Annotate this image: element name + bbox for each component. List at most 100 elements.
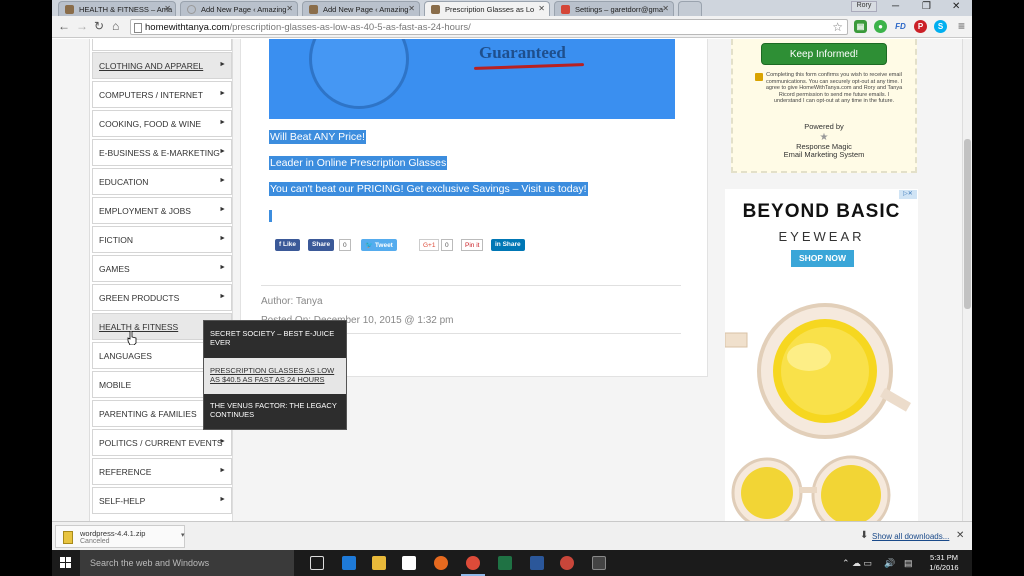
excel-icon[interactable]	[498, 556, 512, 570]
extension-green-icon[interactable]: ▤	[854, 20, 867, 33]
shop-now-button[interactable]: SHOP NOW	[791, 250, 854, 267]
notification-icon[interactable]: ▤	[904, 558, 913, 569]
powered-by-label: Powered by	[804, 122, 844, 131]
reload-icon[interactable]: ↻	[94, 19, 104, 33]
evernote-icon[interactable]: ●	[874, 20, 887, 33]
bookmark-star-icon[interactable]: ☆	[832, 20, 843, 34]
tab-add-new-page-1[interactable]: Add New Page ‹ Amazing ✕	[180, 1, 298, 16]
category-cooking[interactable]: COOKING, FOOD & WINE ►	[92, 110, 232, 137]
optin-form: Keep Informed! Completing this form conf…	[731, 39, 917, 173]
app-icon[interactable]	[560, 556, 574, 570]
category-games[interactable]: GAMES ►	[92, 255, 232, 282]
arrow-right-icon: ►	[219, 119, 226, 126]
arrow-right-icon: ►	[219, 438, 226, 445]
home-icon[interactable]: ⌂	[112, 19, 119, 33]
page-scrollbar[interactable]	[962, 39, 972, 521]
pinterest-pin-button[interactable]: Pin it	[461, 239, 484, 251]
taskbar-clock[interactable]: 5:31 PM 1/6/2016	[924, 553, 964, 573]
arrow-right-icon: ►	[219, 235, 226, 242]
new-tab-button[interactable]	[678, 1, 702, 16]
category-fiction[interactable]: FICTION ►	[92, 226, 232, 253]
pinterest-icon[interactable]: P	[914, 20, 927, 33]
address-bar[interactable]: homewithtanya.com/prescription-glasses-a…	[130, 19, 848, 35]
tab-health-fitness[interactable]: HEALTH & FITNESS – Ama ✕	[58, 1, 176, 16]
adchoices-icon[interactable]: ▷✕	[899, 190, 917, 199]
google-plus-button[interactable]: G+1	[419, 239, 440, 251]
tab-prescription-glasses[interactable]: Prescription Glasses as Lo ✕	[424, 1, 550, 16]
submenu-item-prescription-glasses[interactable]: PRESCRIPTION GLASSES AS LOW AS $40.5 AS …	[204, 358, 346, 394]
forward-icon[interactable]: →	[76, 19, 88, 33]
category-ebusiness[interactable]: E-BUSINESS & E-MARKETING ►	[92, 139, 232, 166]
windows-taskbar: Search the web and Windows ⌃ ☁ ▭ 🔊 ▤ 5:3…	[52, 550, 972, 576]
windows-start-icon[interactable]	[60, 557, 72, 569]
category-education[interactable]: EDUCATION ►	[92, 168, 232, 195]
arrow-right-icon: ►	[219, 496, 226, 503]
site-favicon-icon	[65, 5, 74, 14]
category-politics[interactable]: POLITICS / CURRENT EVENTS ►	[92, 429, 232, 456]
close-icon[interactable]: ✕	[286, 4, 293, 13]
web-page: CLOTHING AND APPAREL ► COMPUTERS / INTERN…	[52, 39, 972, 521]
store-icon[interactable]	[402, 556, 416, 570]
sunglasses-image	[725, 303, 911, 521]
menu-icon[interactable]: ≡	[958, 19, 965, 33]
scrollbar-thumb[interactable]	[964, 139, 971, 309]
selected-text-line: Will Beat ANY Price!	[269, 130, 366, 144]
tab-gmail-settings[interactable]: Settings – garetdorr@gma ✕	[554, 1, 674, 16]
download-item[interactable]: wordpress-4.4.1.zip Canceled ▾	[55, 525, 185, 548]
consent-text: Completing this form confirms you wish t…	[765, 72, 903, 105]
divider	[261, 285, 681, 286]
file-explorer-icon[interactable]	[372, 556, 386, 570]
category-reference[interactable]: REFERENCE ►	[92, 458, 232, 485]
close-icon[interactable]: ✕	[164, 4, 171, 13]
word-icon[interactable]	[530, 556, 544, 570]
fd-extension-icon[interactable]: FD	[894, 20, 907, 33]
arrow-right-icon: ►	[219, 61, 226, 68]
hand-cursor-icon	[127, 331, 137, 345]
app-icon[interactable]	[592, 556, 606, 570]
close-download-bar-icon[interactable]: ✕	[956, 530, 964, 541]
category-computers[interactable]: COMPUTERS / INTERNET ►	[92, 81, 232, 108]
close-icon[interactable]: ✕	[538, 4, 545, 13]
skype-icon[interactable]: S	[934, 20, 947, 33]
facebook-like-button[interactable]: f Like	[275, 239, 300, 251]
site-favicon-icon	[431, 5, 440, 14]
download-icon: ⬇	[860, 530, 869, 541]
close-icon[interactable]: ✕	[408, 4, 415, 13]
seal-graphic	[309, 39, 409, 109]
author-line: Author: Tanya	[261, 296, 323, 307]
linkedin-share-button[interactable]: in Share	[491, 239, 525, 251]
volume-icon[interactable]: 🔊	[884, 558, 895, 569]
back-icon[interactable]: ←	[58, 19, 70, 33]
tray-icons[interactable]: ⌃ ☁ ▭	[842, 558, 872, 569]
minimize-icon[interactable]: ─	[892, 1, 899, 12]
taskbar-search[interactable]: Search the web and Windows	[80, 550, 294, 576]
facebook-share-button[interactable]: Share	[308, 239, 335, 251]
arrow-right-icon: ►	[219, 467, 226, 474]
ad-title: BEYOND BASIC	[742, 201, 901, 222]
maximize-icon[interactable]: ❐	[922, 1, 931, 12]
edge-icon[interactable]	[342, 556, 356, 570]
tweet-button[interactable]: 🐦 Tweet	[361, 239, 397, 251]
category-green-products[interactable]: GREEN PRODUCTS ►	[92, 284, 232, 311]
category-clothing[interactable]: CLOTHING AND APPAREL ►	[92, 52, 232, 79]
close-icon[interactable]: ✕	[662, 4, 669, 13]
arrow-right-icon: ►	[219, 293, 226, 300]
tab-add-new-page-2[interactable]: Add New Page ‹ Amazing ✕	[302, 1, 420, 16]
submenu-item-venus-factor[interactable]: THE VENUS FACTOR: THE LEGACY CONTINUES	[204, 399, 346, 427]
selected-text-line: Leader in Online Prescription Glasses	[269, 156, 448, 170]
health-fitness-submenu: SECRET SOCIETY – BEST E-JUICE EVER PRESC…	[203, 320, 347, 430]
download-bar: wordpress-4.4.1.zip Canceled ▾ ⬇ Show al…	[52, 521, 972, 550]
submenu-item-ejuice[interactable]: SECRET SOCIETY – BEST E-JUICE EVER	[204, 327, 346, 357]
profile-button[interactable]: Rory	[851, 1, 877, 12]
category-self-help[interactable]: SELF-HELP ►	[92, 487, 232, 514]
browser-toolbar: ← → ↻ ⌂ homewithtanya.com/prescription-g…	[52, 16, 972, 38]
eyewear-ad[interactable]: ▷✕ BEYOND BASIC EYEWEAR SHOP NOW	[725, 189, 918, 521]
show-all-downloads-link[interactable]: Show all downloads...	[872, 532, 949, 541]
chevron-down-icon[interactable]: ▾	[181, 531, 185, 539]
keep-informed-button[interactable]: Keep Informed!	[761, 43, 887, 65]
task-view-icon[interactable]	[310, 556, 324, 570]
firefox-icon[interactable]	[434, 556, 448, 570]
close-window-icon[interactable]: ✕	[952, 1, 960, 12]
category-employment[interactable]: EMPLOYMENT & JOBS ►	[92, 197, 232, 224]
chrome-icon[interactable]	[466, 556, 480, 570]
